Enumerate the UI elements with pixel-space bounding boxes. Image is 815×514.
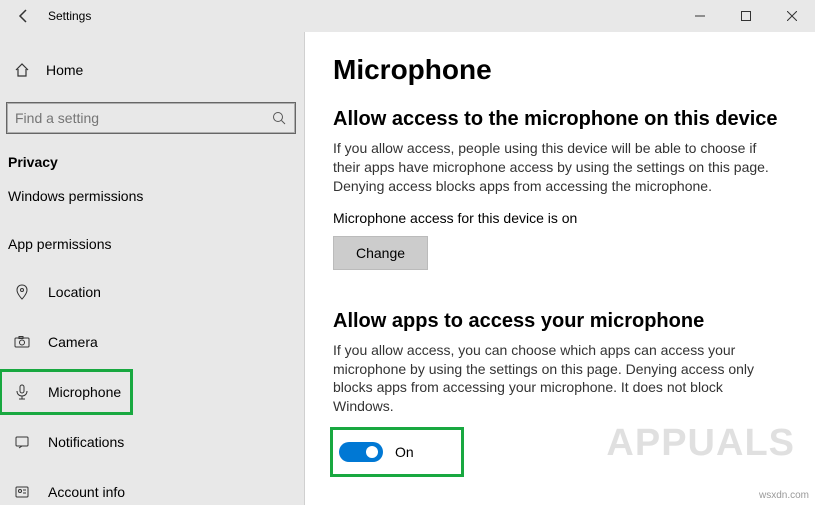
back-button[interactable] bbox=[8, 0, 40, 32]
account-icon bbox=[14, 484, 30, 500]
privacy-heading: Privacy bbox=[0, 154, 304, 170]
sidebar-item-label: Location bbox=[48, 284, 101, 300]
section-body-app-access: If you allow access, you can choose whic… bbox=[333, 341, 783, 417]
device-access-status: Microphone access for this device is on bbox=[333, 210, 787, 226]
app-access-toggle[interactable] bbox=[339, 442, 383, 462]
attribution: wsxdn.com bbox=[759, 490, 809, 501]
app-access-toggle-row[interactable]: On bbox=[333, 430, 461, 474]
content-pane: Microphone Allow access to the microphon… bbox=[304, 32, 815, 505]
sidebar-item-account-info[interactable]: Account info bbox=[0, 470, 304, 514]
titlebar: Settings bbox=[0, 0, 815, 32]
close-button[interactable] bbox=[769, 0, 815, 32]
sidebar-item-camera[interactable]: Camera bbox=[0, 320, 304, 364]
change-button[interactable]: Change bbox=[333, 236, 428, 270]
sidebar: Home Privacy Windows permissions App per… bbox=[0, 32, 304, 505]
watermark: APPUALS bbox=[606, 422, 795, 465]
page-title: Microphone bbox=[333, 54, 787, 86]
window-title: Settings bbox=[48, 9, 91, 23]
sidebar-item-label: Notifications bbox=[48, 434, 124, 450]
search-input[interactable] bbox=[6, 102, 296, 134]
minimize-button[interactable] bbox=[677, 0, 723, 32]
sidebar-item-label: Microphone bbox=[48, 384, 121, 400]
sidebar-item-label: Account info bbox=[48, 484, 125, 500]
home-label: Home bbox=[46, 62, 83, 78]
camera-icon bbox=[14, 334, 30, 350]
sidebar-item-label: Camera bbox=[48, 334, 98, 350]
toggle-label: On bbox=[395, 444, 414, 460]
search-field[interactable] bbox=[15, 110, 271, 126]
notifications-icon bbox=[14, 434, 30, 450]
microphone-icon bbox=[14, 384, 30, 400]
home-button[interactable]: Home bbox=[0, 50, 304, 90]
home-icon bbox=[14, 62, 30, 78]
location-icon bbox=[14, 284, 30, 300]
section-heading-app-access: Allow apps to access your microphone bbox=[333, 310, 787, 333]
sidebar-item-microphone[interactable]: Microphone bbox=[0, 370, 132, 414]
sidebar-item-location[interactable]: Location bbox=[0, 270, 304, 314]
sidebar-item-notifications[interactable]: Notifications bbox=[0, 420, 304, 464]
app-permissions-heading: App permissions bbox=[0, 236, 304, 252]
maximize-button[interactable] bbox=[723, 0, 769, 32]
section-body-device-access: If you allow access, people using this d… bbox=[333, 139, 783, 196]
section-heading-device-access: Allow access to the microphone on this d… bbox=[333, 108, 787, 131]
search-icon bbox=[271, 110, 287, 126]
windows-permissions-link[interactable]: Windows permissions bbox=[0, 180, 304, 212]
